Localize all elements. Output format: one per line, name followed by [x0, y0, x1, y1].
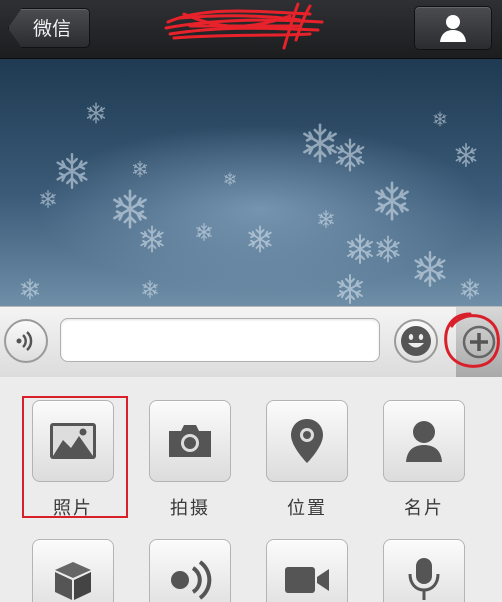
attach-contact-card[interactable]: 名片 [382, 400, 466, 520]
back-button-label: 微信 [33, 18, 72, 40]
voice-mode-button[interactable] [4, 319, 48, 363]
person-icon [440, 15, 466, 42]
camera-icon [169, 425, 211, 457]
attach-video-call[interactable] [265, 539, 349, 602]
video-call-tile[interactable] [266, 539, 348, 602]
attach-voice-input[interactable] [148, 539, 232, 602]
emoji-button[interactable] [394, 319, 438, 363]
attach-camera-label: 拍摄 [170, 498, 210, 519]
more-actions-button[interactable] [456, 307, 502, 377]
navigation-bar: 微信 [0, 0, 502, 59]
profile-button[interactable] [414, 6, 492, 50]
chat-background [0, 59, 502, 306]
attach-photo-label: 照片 [53, 498, 93, 519]
microphone-icon [408, 558, 440, 600]
plus-icon [462, 325, 496, 359]
voice-input-tile[interactable] [149, 539, 231, 602]
video-call-icon [285, 567, 329, 593]
attach-contact-card-label: 名片 [404, 498, 444, 519]
contact-card-icon [406, 421, 442, 462]
box-icon [55, 562, 91, 600]
location-pin-icon [291, 419, 323, 463]
voice-input-icon [171, 560, 212, 600]
emoji-icon [401, 326, 431, 356]
redacted-title-scribble [164, 2, 324, 50]
snowflake-pattern [20, 102, 480, 304]
attach-location[interactable]: 位置 [265, 400, 349, 520]
chat-screen: 微信 照片 拍摄 位置 名片 [0, 0, 502, 602]
photo-icon [50, 423, 96, 459]
box-tile[interactable] [32, 539, 114, 602]
back-button[interactable]: 微信 [8, 8, 90, 48]
attach-microphone[interactable] [382, 539, 466, 602]
camera-tile[interactable] [149, 400, 231, 482]
microphone-tile[interactable] [383, 539, 465, 602]
attach-location-label: 位置 [287, 498, 327, 519]
attach-box[interactable] [31, 539, 115, 602]
voice-icon [16, 331, 33, 351]
message-input[interactable] [60, 318, 380, 362]
contact-card-tile[interactable] [383, 400, 465, 482]
attach-photo[interactable]: 照片 [31, 400, 115, 520]
attachment-panel: 照片 拍摄 位置 名片 [0, 377, 502, 602]
attach-camera[interactable]: 拍摄 [148, 400, 232, 520]
location-tile[interactable] [266, 400, 348, 482]
message-input-bar [0, 306, 502, 378]
photo-tile[interactable] [32, 400, 114, 482]
